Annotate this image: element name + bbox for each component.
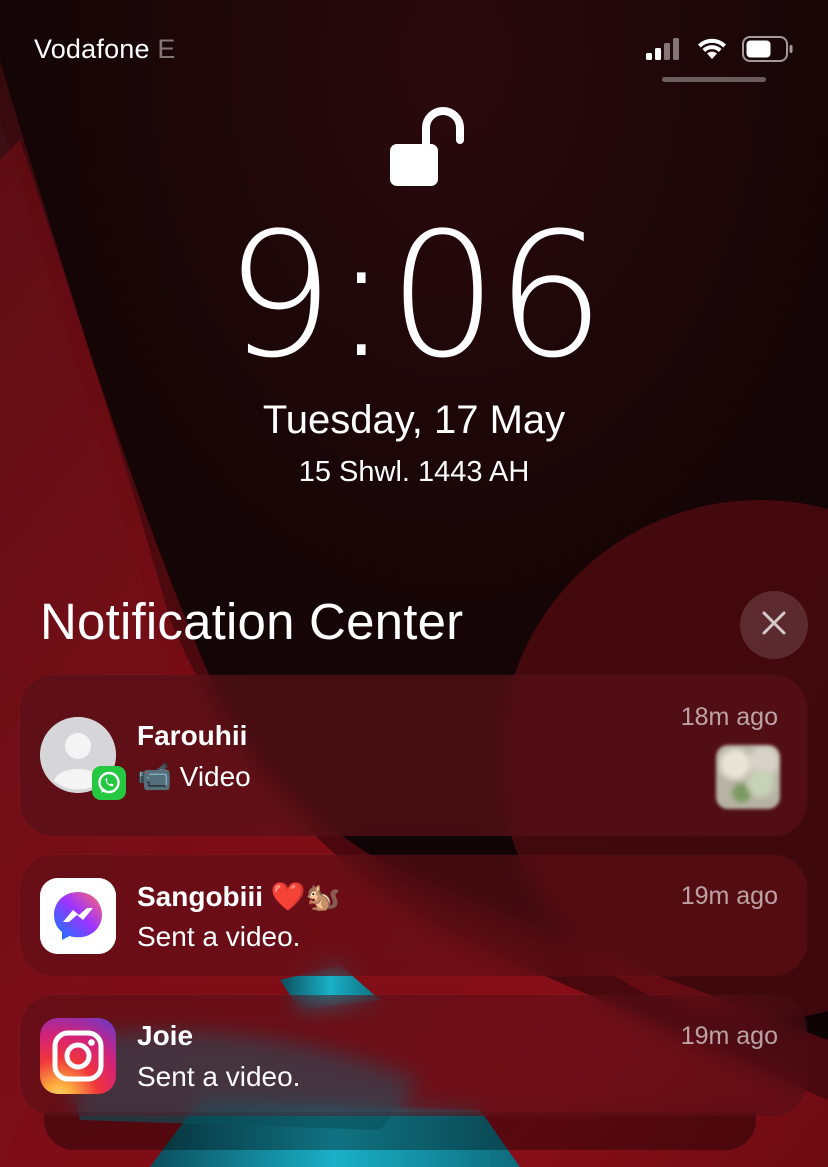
notification-whatsapp[interactable]: Farouhii 📹 Video 18m ago (20, 675, 807, 836)
cellular-signal-icon (646, 38, 682, 65)
notification-title: Farouhii (137, 720, 248, 751)
notification-body: Sent a video. (137, 1061, 301, 1092)
notification-body: 📹 Video (137, 761, 251, 792)
hijri-date: 15 Shwl. 1443 AH (298, 456, 530, 488)
carrier-suffix: E (157, 34, 176, 64)
notification-stack-edge (44, 1112, 756, 1150)
video-thumbnail (716, 745, 780, 809)
whatsapp-icon (92, 766, 126, 800)
close-icon (761, 610, 787, 641)
clear-notifications-button[interactable] (740, 591, 808, 659)
lock-screen-time: 9:06 (224, 195, 605, 396)
battery-icon (742, 36, 794, 67)
notification-body: Sent a video. (137, 921, 301, 952)
notification-messenger[interactable]: Sangobiii ❤️🐿️ Sent a video. 19m ago (20, 855, 807, 976)
wifi-icon (696, 37, 728, 66)
notification-center-title: Notification Center (40, 593, 464, 650)
unlocked-padlock-icon (388, 106, 466, 195)
notification-title: Joie (137, 1020, 194, 1051)
status-icons (646, 36, 794, 67)
lock-screen-date: Tuesday, 17 May (262, 398, 566, 442)
notification-time: 18m ago (680, 703, 778, 731)
notification-time: 19m ago (680, 882, 778, 910)
notification-instagram[interactable]: Joie Sent a video. 19m ago (20, 995, 807, 1116)
instagram-icon (40, 1018, 116, 1094)
messenger-icon (40, 878, 116, 954)
control-center-grabber[interactable] (662, 77, 766, 82)
carrier-name: Vodafone E (34, 34, 176, 64)
notification-title: Sangobiii ❤️🐿️ (137, 881, 341, 912)
notification-time: 19m ago (680, 1022, 778, 1050)
